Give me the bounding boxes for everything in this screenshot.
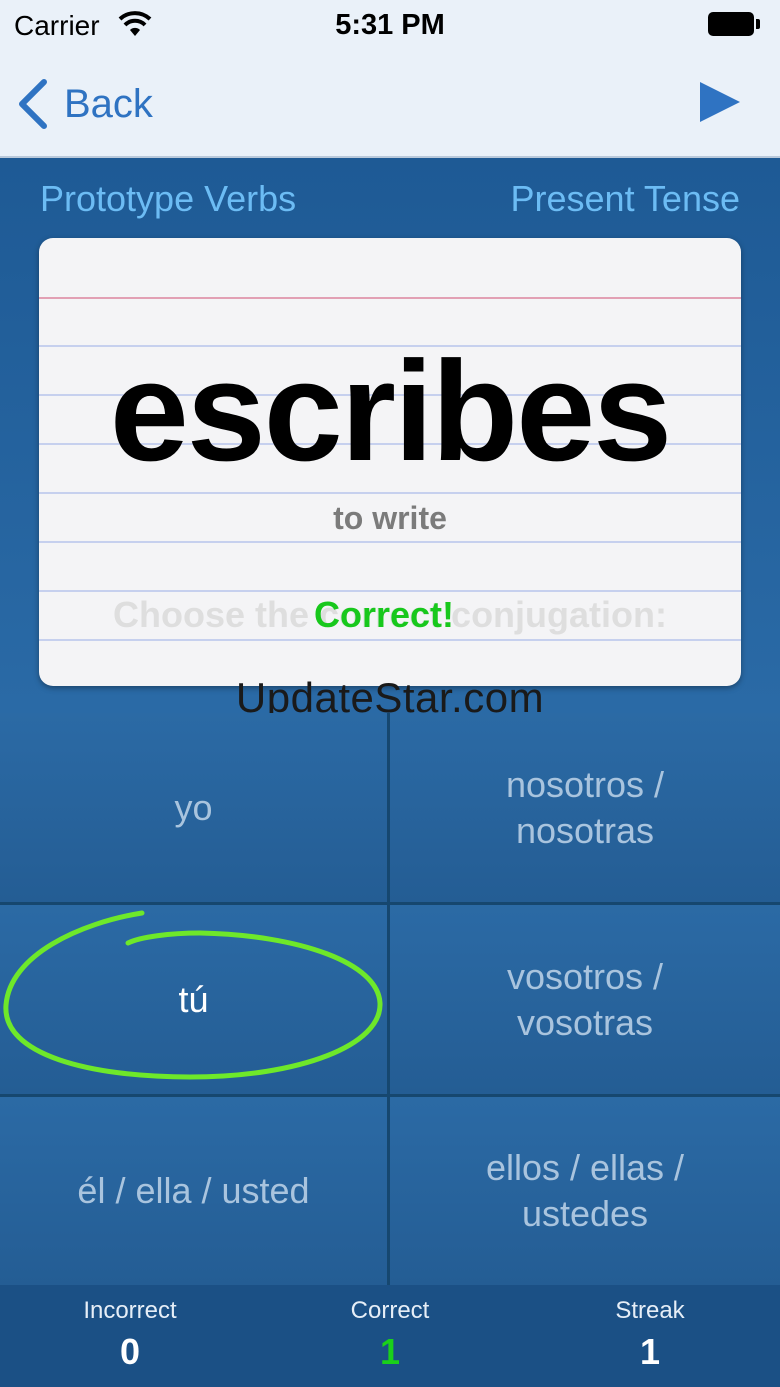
score-correct-label: Correct — [350, 1297, 430, 1324]
answer-el-ella-usted[interactable]: él / ella / usted — [0, 1097, 387, 1285]
chevron-left-icon — [19, 79, 47, 129]
battery-icon — [708, 12, 760, 36]
back-label: Back — [64, 81, 153, 126]
score-correct-value: 1 — [379, 1331, 401, 1372]
score-streak-label: Streak — [615, 1297, 685, 1324]
deck-title: Prototype Verbs — [40, 178, 297, 219]
flashcard: escribes to write Choose the correct con… — [39, 238, 741, 686]
answer-yo[interactable]: yo — [0, 713, 387, 902]
play-icon[interactable] — [698, 80, 742, 124]
score-streak: Streak 1 — [520, 1297, 780, 1373]
score-correct: Correct 1 — [260, 1297, 520, 1373]
clock: 5:31 PM — [335, 9, 445, 41]
score-bar: Incorrect 0 Correct 1 Streak 1 — [0, 1285, 780, 1387]
status-bar: Carrier 5:31 PM — [0, 0, 780, 54]
answer-ellos-ellas-ustedes[interactable]: ellos / ellas / ustedes — [390, 1097, 780, 1285]
verb-translation: to write — [333, 500, 447, 536]
score-streak-value: 1 — [639, 1331, 661, 1372]
answer-grid: yo nosotros / nosotras tú vosotros / vos… — [0, 713, 780, 1285]
score-incorrect-value: 0 — [119, 1331, 141, 1372]
answer-tu[interactable]: tú — [0, 905, 387, 1094]
answer-vosotros[interactable]: vosotros / vosotras — [390, 905, 780, 1094]
score-incorrect-label: Incorrect — [83, 1297, 177, 1324]
navigation-bar: Back — [0, 54, 780, 158]
tense-title: Present Tense — [510, 178, 740, 219]
answer-nosotros[interactable]: nosotros / nosotras — [390, 713, 780, 902]
score-incorrect: Incorrect 0 — [0, 1297, 260, 1373]
back-button[interactable]: Back — [16, 76, 153, 132]
feedback-label: Correct! — [314, 594, 455, 635]
verb-conjugation: escribes — [109, 332, 672, 491]
